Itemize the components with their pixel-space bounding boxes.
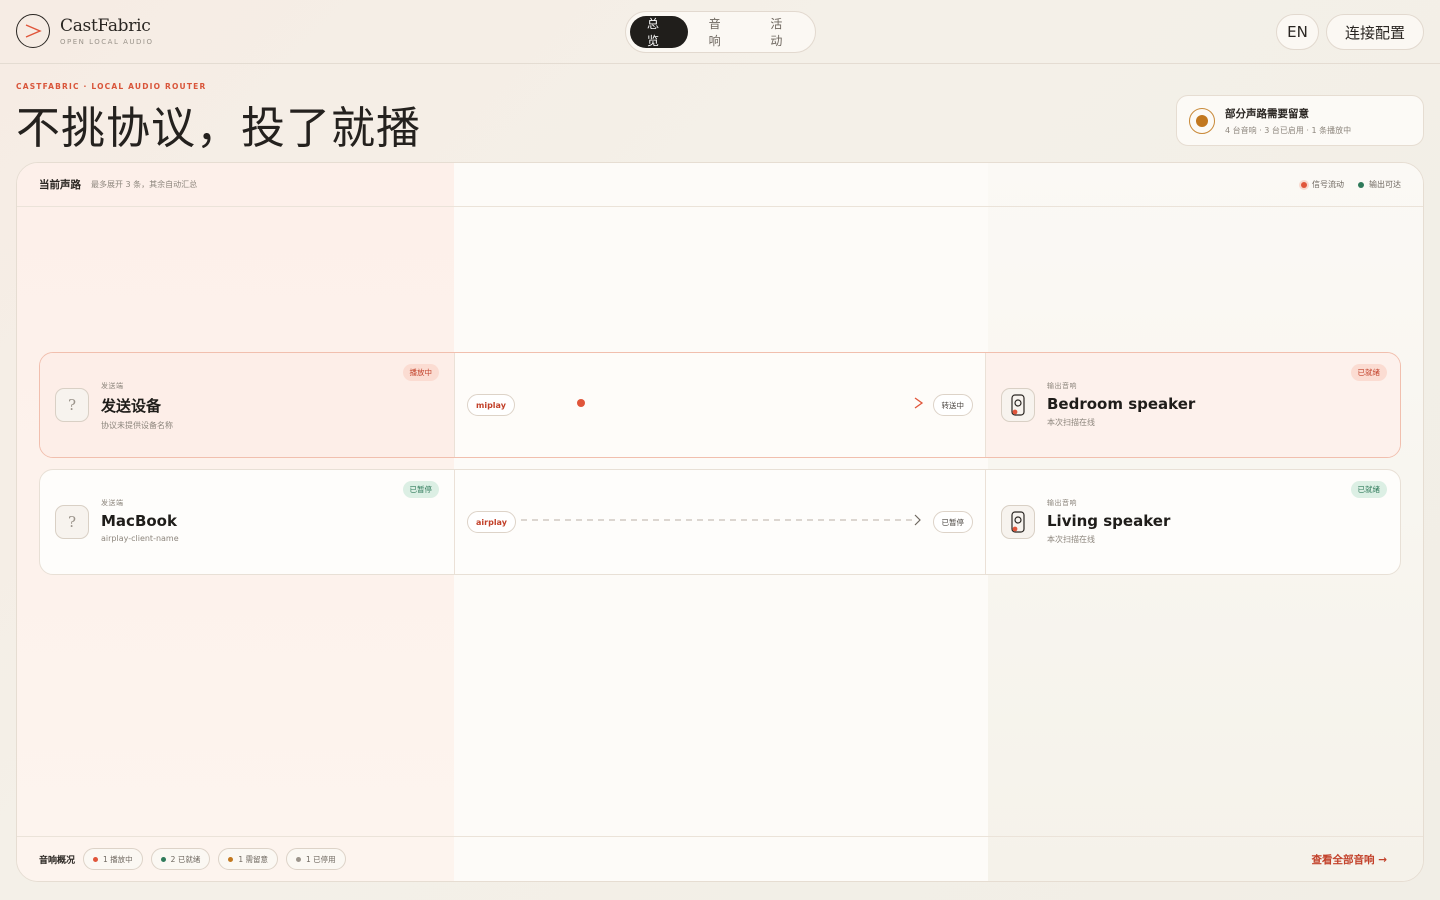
routes-panel: 当前声路 最多展开 3 条，其余自动汇总 信号流动 输出可达 ? 发送端 发送设… — [16, 162, 1424, 882]
target-kicker: 输出音响 — [1047, 382, 1077, 390]
target-desc: 本次扫描在线 — [1047, 535, 1095, 544]
target-name: Living speaker — [1047, 512, 1171, 530]
route-flow: airplay 已暂停 — [455, 470, 986, 574]
legend-signal-flow: 信号流动 — [1301, 179, 1344, 190]
language-button[interactable]: EN — [1276, 14, 1319, 50]
source-kicker: 发送端 — [101, 499, 124, 507]
alert-detail: 4 台音响 · 3 台已启用 · 1 条播放中 — [1225, 125, 1352, 135]
warning-status-icon — [1189, 107, 1215, 134]
view-all-speakers-link[interactable]: 查看全部音响 → — [1312, 852, 1387, 867]
route-row[interactable]: ? 发送端 发送设备 协议未提供设备名称 播放中 miplay 转送中 输出音响… — [39, 352, 1401, 458]
brand-subtitle: OPEN LOCAL AUDIO — [60, 38, 154, 46]
status-badge: 已就绪 — [1350, 481, 1387, 498]
attention-dot-icon — [228, 856, 234, 862]
playing-dot-icon — [93, 856, 99, 862]
page-title: 不挑协议，投了就播 — [16, 103, 421, 154]
status-badge: 已暂停 — [402, 481, 439, 498]
paused-flow-line — [521, 514, 921, 526]
status-badge: 已就绪 — [1350, 364, 1387, 381]
speaker-icon — [1001, 388, 1035, 422]
source-name: 发送设备 — [101, 397, 162, 415]
legend-output-reachable: 输出可达 — [1358, 179, 1401, 190]
source-name: MacBook — [101, 512, 177, 530]
question-icon: ? — [55, 505, 89, 539]
route-row[interactable]: ? 发送端 MacBook airplay-client-name 已暂停 ai… — [39, 469, 1401, 575]
tab-speakers[interactable]: 音响 — [692, 16, 750, 48]
signal-progress-dot — [577, 399, 585, 407]
source-desc: 协议未提供设备名称 — [101, 421, 173, 430]
alert-title: 部分声路需要留意 — [1225, 107, 1309, 120]
legend: 信号流动 输出可达 — [1301, 179, 1401, 190]
panel-title: 当前声路 — [39, 179, 81, 191]
speaker-icon — [1001, 505, 1035, 539]
panel-header: 当前声路 最多展开 3 条，其余自动汇总 信号流动 输出可达 — [17, 163, 1423, 207]
disabled-dot-icon — [295, 856, 301, 862]
route-flow: miplay 转送中 — [455, 353, 986, 457]
status-badge: 播放中 — [402, 364, 439, 381]
chip-ready[interactable]: 2 已就绪 — [150, 848, 211, 870]
route-target[interactable]: 输出音响 Living speaker 本次扫描在线 已就绪 — [986, 470, 1400, 574]
logo-icon — [16, 14, 50, 48]
hero-eyebrow: CASTFABRIC · LOCAL AUDIO ROUTER — [16, 82, 207, 91]
target-name: Bedroom speaker — [1047, 395, 1196, 413]
target-kicker: 输出音响 — [1047, 499, 1077, 507]
ready-dot-icon — [160, 856, 166, 862]
panel-footer: 音响概况 1 播放中 2 已就绪 1 需留意 1 已停用 查看全部音响 → — [17, 836, 1423, 881]
signal-flow-line — [521, 397, 924, 409]
route-source[interactable]: ? 发送端 MacBook airplay-client-name 已暂停 — [40, 470, 455, 574]
route-source[interactable]: ? 发送端 发送设备 协议未提供设备名称 播放中 — [40, 353, 455, 457]
top-bar: CastFabric OPEN LOCAL AUDIO 总览 音响 活动 EN … — [0, 0, 1440, 64]
speaker-summary-title: 音响概况 — [39, 855, 76, 866]
protocol-tag: miplay — [467, 394, 515, 416]
attention-alert[interactable]: 部分声路需要留意 4 台音响 · 3 台已启用 · 1 条播放中 — [1176, 95, 1424, 146]
brand[interactable]: CastFabric OPEN LOCAL AUDIO — [16, 14, 153, 48]
source-kicker: 发送端 — [101, 382, 124, 390]
flow-state: 已暂停 — [932, 511, 973, 533]
signal-dot-icon — [1301, 181, 1307, 188]
chip-disabled[interactable]: 1 已停用 — [285, 848, 346, 870]
chip-playing[interactable]: 1 播放中 — [83, 848, 143, 870]
route-target[interactable]: 输出音响 Bedroom speaker 本次扫描在线 已就绪 — [986, 353, 1400, 457]
question-icon: ? — [55, 388, 89, 422]
protocol-tag: airplay — [467, 511, 516, 533]
chip-attention[interactable]: 1 需留意 — [218, 848, 278, 870]
tab-overview[interactable]: 总览 — [630, 16, 688, 48]
main-nav: 总览 音响 活动 — [625, 11, 816, 53]
source-desc: airplay-client-name — [101, 534, 179, 543]
brand-name: CastFabric — [60, 16, 151, 36]
connect-config-button[interactable]: 连接配置 — [1326, 14, 1424, 50]
flow-state: 转送中 — [932, 394, 973, 416]
tab-activity[interactable]: 活动 — [753, 16, 811, 48]
panel-subtitle: 最多展开 3 条，其余自动汇总 — [91, 180, 198, 189]
target-desc: 本次扫描在线 — [1047, 418, 1095, 427]
reachable-dot-icon — [1358, 181, 1364, 188]
